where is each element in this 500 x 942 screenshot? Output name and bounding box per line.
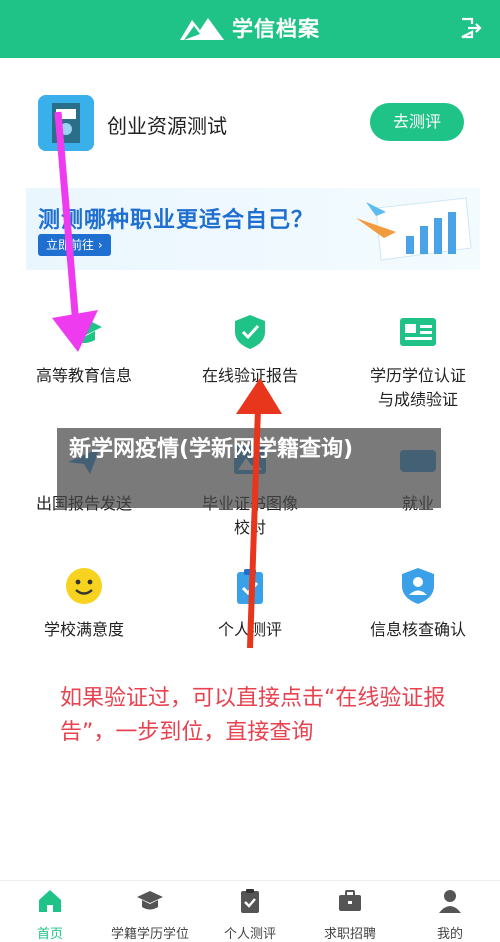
watermark-text: 新学网疫情(学新网学籍查询) (69, 437, 354, 462)
grid-item-personal-assessment[interactable]: 个人测评 (180, 566, 320, 642)
grid-item-info-verification[interactable]: 信息核查确认 (348, 566, 488, 642)
app-title: 学信档案 (232, 17, 320, 41)
logout-icon[interactable] (458, 16, 482, 40)
briefcase-icon (339, 890, 361, 911)
grid-item-school-satisfaction[interactable]: 学校满意度 (14, 566, 154, 642)
start-test-button[interactable]: 去测评 (370, 103, 464, 141)
tab-assessment[interactable]: 个人测评 (200, 887, 300, 942)
watermark-overlay: 新学网疫情(学新网学籍查询) (57, 428, 441, 508)
graduation-cap-icon (66, 318, 102, 343)
career-banner[interactable]: 测测哪种职业更适合自己？ 立即前往 › (26, 188, 480, 270)
grid-item-online-report[interactable]: 在线验证报告 (180, 312, 320, 388)
smile-icon (66, 568, 102, 604)
grid-label: 学历学位认证 与成绩验证 (369, 366, 466, 409)
chart-illustration-icon (356, 197, 472, 261)
tab-label: 我的 (436, 927, 463, 942)
app-header: 学信档案 (0, 0, 500, 58)
tab-jobs[interactable]: 求职招聘 (300, 887, 400, 942)
grid-item-degree-certification[interactable]: 学历学位认证 与成绩验证 (348, 312, 488, 412)
tab-label: 求职招聘 (323, 927, 376, 942)
shield-check-icon (235, 315, 265, 349)
grid-label: 个人测评 (217, 620, 282, 639)
grid-label: 学校满意度 (43, 620, 124, 639)
tab-education[interactable]: 学籍学历学位 (100, 887, 200, 942)
tab-label: 学籍学历学位 (110, 927, 189, 942)
home-icon (39, 890, 61, 912)
test-thumbnail[interactable] (38, 95, 94, 151)
banner-headline: 测测哪种职业更适合自己？ (38, 208, 315, 233)
test-image-icon (38, 95, 94, 151)
tab-home[interactable]: 首页 (0, 887, 100, 942)
clipboard-check-icon (241, 889, 259, 913)
bottom-tabbar: 首页 学籍学历学位 个人测评 求职招聘 我的 (0, 880, 500, 942)
clipboard-check-icon (237, 569, 263, 604)
user-shield-icon (402, 568, 434, 604)
tab-profile[interactable]: 我的 (400, 887, 500, 942)
logo-icon (180, 18, 224, 40)
grid-label: 高等教育信息 (35, 366, 132, 385)
tab-label: 首页 (36, 927, 63, 942)
graduation-cap-icon (137, 891, 163, 910)
tab-label: 个人测评 (223, 927, 276, 942)
banner-go-button[interactable]: 立即前往 › (38, 234, 111, 256)
test-title: 创业资源测试 (107, 114, 227, 138)
id-card-icon (400, 318, 436, 346)
grid-label: 在线验证报告 (201, 366, 298, 385)
user-icon (439, 890, 461, 913)
grid-label: 信息核查确认 (369, 620, 466, 639)
grid-item-higher-education[interactable]: 高等教育信息 (14, 312, 154, 388)
annotation-note: 如果验证过，可以直接点击“在线验证报告”，一步到位，直接查询 (60, 686, 446, 745)
